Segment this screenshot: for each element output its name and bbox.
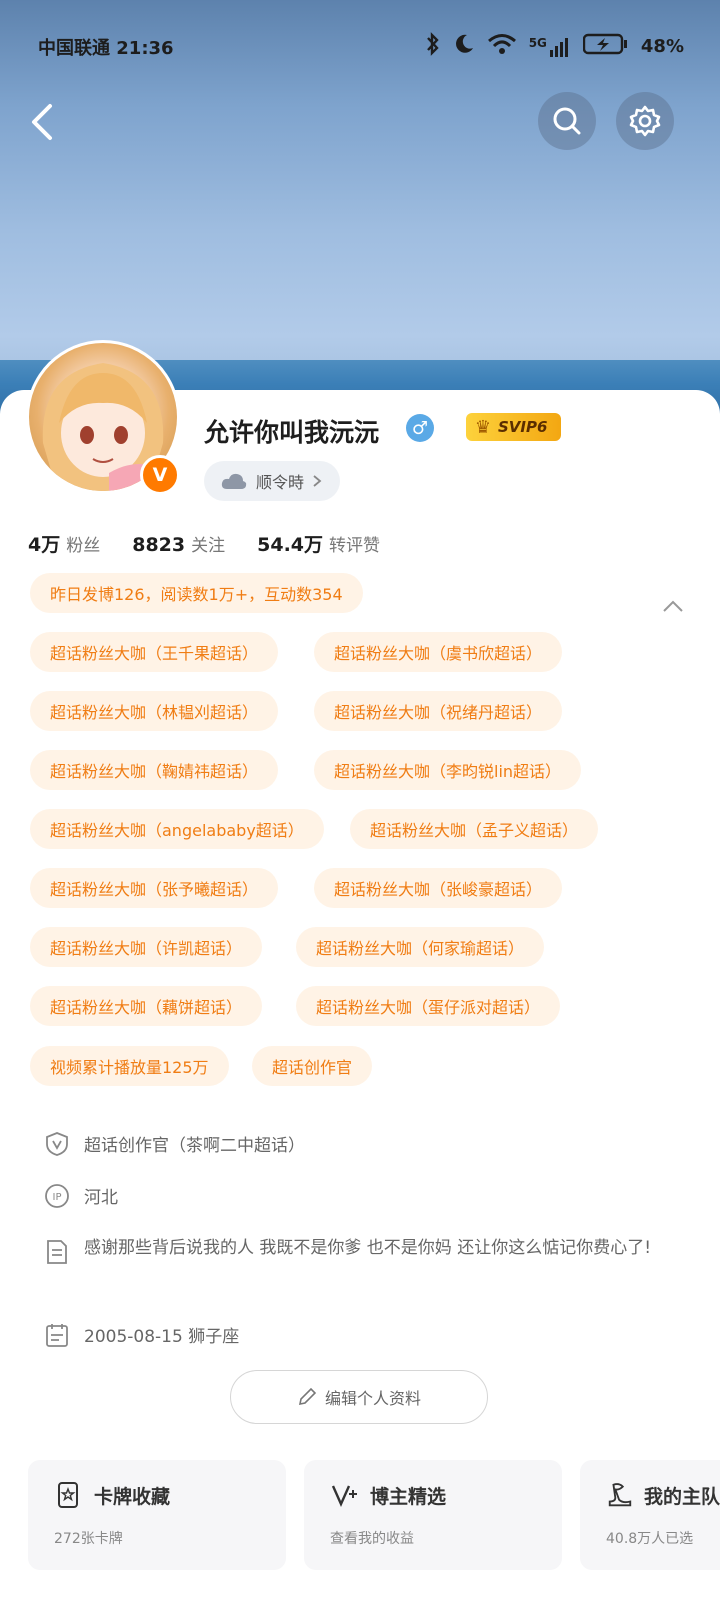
tag-item[interactable]: 超话粉丝大咖（鞠婧祎超话） <box>30 750 279 790</box>
verified-badge: V <box>140 455 180 495</box>
tag-item[interactable]: 超话粉丝大咖（张予曦超话） <box>30 868 279 908</box>
tag-item[interactable]: 超话粉丝大咖（林韫刈超话） <box>30 691 279 731</box>
calendar-icon <box>44 1322 70 1348</box>
bio-row: 感谢那些背后说我的人 我既不是你爹 也不是你妈 还让你这么惦记你费心了! <box>44 1235 664 1265</box>
male-icon: ♂ <box>406 414 434 442</box>
tag-item[interactable]: 超话粉丝大咖（藕饼超话） <box>30 986 263 1026</box>
back-button[interactable] <box>24 100 64 144</box>
stat-following[interactable]: 8823 关注 <box>132 531 225 556</box>
v-plus-icon <box>331 1485 357 1507</box>
moon-icon <box>453 33 475 60</box>
search-icon <box>553 107 581 135</box>
tag-item[interactable]: 超话粉丝大咖（李昀锐lin超话） <box>314 750 582 790</box>
stats-row: 4万 粉丝 8823 关注 54.4万 转评赞 <box>28 530 380 557</box>
tag-item[interactable]: 超话粉丝大咖（王千果超话） <box>30 632 279 672</box>
collapse-button[interactable] <box>662 596 684 618</box>
weather-pill[interactable]: 顺令時 <box>204 461 341 501</box>
carrier-time: 中国联通 21:36 <box>38 38 174 59</box>
birthday-row: 2005-08-15 狮子座 <box>44 1322 239 1348</box>
document-icon <box>44 1239 70 1265</box>
team-flag-icon <box>608 1483 632 1507</box>
card-collection-tile[interactable]: 卡牌收藏 272张卡牌 <box>28 1460 286 1570</box>
tag-item[interactable]: 超话粉丝大咖（angelababy超话） <box>30 809 324 849</box>
tag-item[interactable]: 超话粉丝大咖（张峻豪超话） <box>314 868 563 908</box>
tag-item[interactable]: 超话粉丝大咖（蛋仔派对超话） <box>296 986 561 1026</box>
stat-fans[interactable]: 4万 粉丝 <box>28 530 100 557</box>
edit-profile-button[interactable]: 编辑个人资料 <box>230 1370 488 1424</box>
tag-item[interactable]: 超话粉丝大咖（许凯超话） <box>30 927 263 967</box>
creator-row[interactable]: 超话创作官（茶啊二中超话） <box>44 1131 305 1157</box>
ip-icon: IP <box>44 1183 70 1209</box>
battery-percent: 48% <box>640 36 684 57</box>
tag-item[interactable]: 超话粉丝大咖（祝绪丹超话） <box>314 691 563 731</box>
chevron-up-icon <box>663 600 683 612</box>
shield-v-icon <box>44 1131 70 1157</box>
creator-text: 超话创作官（茶啊二中超话） <box>84 1136 305 1156</box>
ip-row: IP 河北 <box>44 1183 118 1209</box>
chevron-left-icon <box>32 104 52 140</box>
signal-icon: 5G <box>529 36 571 58</box>
settings-button[interactable] <box>616 92 674 150</box>
blogger-picks-tile[interactable]: 博主精选 查看我的收益 <box>304 1460 562 1570</box>
crown-icon: ♛ <box>474 416 492 438</box>
chevron-right-icon <box>313 475 322 487</box>
wifi-icon <box>487 33 517 60</box>
tag-item[interactable]: 视频累计播放量125万 <box>30 1046 229 1086</box>
battery-icon <box>582 33 629 60</box>
bio-text: 感谢那些背后说我的人 我既不是你爹 也不是你妈 还让你这么惦记你费心了! <box>84 1238 652 1258</box>
bluetooth-icon <box>425 32 441 61</box>
weather-text: 顺令時 <box>256 473 305 492</box>
status-bar: 中国联通 21:36 5G 48% <box>0 28 720 64</box>
cloud-icon <box>221 473 247 489</box>
tag-item[interactable]: 超话创作官 <box>252 1046 373 1086</box>
birthday-text: 2005-08-15 狮子座 <box>84 1327 240 1347</box>
ip-location: 河北 <box>84 1188 118 1208</box>
daily-summary-tag[interactable]: 昨日发博126，阅读数1万+，互动数354 <box>30 573 363 613</box>
svip-badge[interactable]: ♛ SVIP6 <box>466 413 562 441</box>
tag-item[interactable]: 超话粉丝大咖（虞书欣超话） <box>314 632 563 672</box>
pencil-icon <box>298 1387 317 1406</box>
tag-item[interactable]: 超话粉丝大咖（孟子义超话） <box>350 809 599 849</box>
username: 允许你叫我沅沅 <box>204 418 380 447</box>
my-team-tile[interactable]: 我的主队 40.8万人已选 <box>580 1460 720 1570</box>
search-button[interactable] <box>538 92 596 150</box>
tag-item[interactable]: 超话粉丝大咖（何家瑜超话） <box>296 927 545 967</box>
card-star-icon <box>58 1482 78 1508</box>
stat-interactions[interactable]: 54.4万 转评赞 <box>257 530 380 557</box>
gear-icon <box>629 105 661 137</box>
svg-text:IP: IP <box>53 1192 62 1203</box>
